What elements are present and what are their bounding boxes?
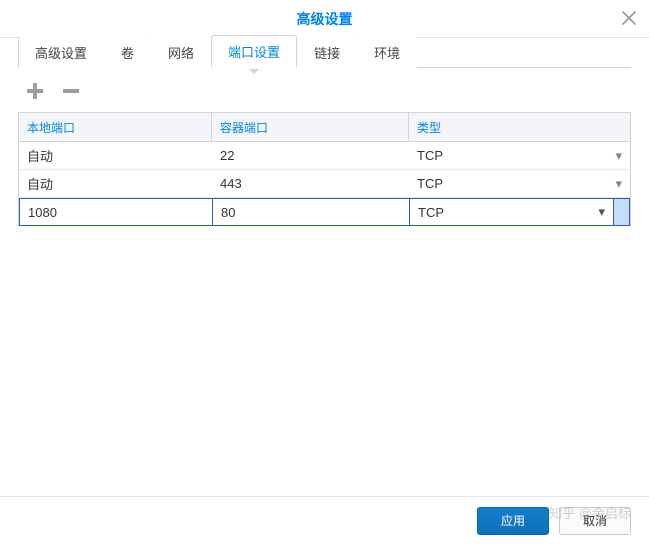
local-port-input[interactable]	[19, 198, 212, 226]
cell-type: TCP ▾	[409, 176, 630, 191]
advanced-settings-dialog: 高级设置 高级设置 卷 网络 端口设置 链接 环境 本地端口 容器端口 类型	[0, 0, 649, 544]
col-type[interactable]: 类型	[409, 113, 630, 141]
dialog-footer: 应用 取消	[0, 496, 649, 544]
chevron-down-icon: ▾	[598, 204, 605, 220]
cell-local-port: 自动	[19, 146, 212, 165]
type-select-value: TCP	[418, 205, 444, 220]
cancel-button[interactable]: 取消	[559, 507, 631, 535]
tab-network[interactable]: 网络	[151, 36, 211, 68]
cell-container-port: 22	[212, 148, 409, 163]
row-selection-handle[interactable]	[614, 198, 630, 226]
col-container-port[interactable]: 容器端口	[212, 113, 409, 141]
tab-links[interactable]: 链接	[297, 36, 357, 68]
apply-button[interactable]: 应用	[477, 507, 549, 535]
cell-container-port: 443	[212, 176, 409, 191]
chevron-down-icon: ▾	[615, 148, 622, 164]
dialog-title: 高级设置	[297, 9, 353, 29]
table-row-editing[interactable]: TCP ▾	[19, 198, 630, 226]
tab-advanced-settings[interactable]: 高级设置	[18, 36, 104, 68]
dialog-body: 本地端口 容器端口 类型 自动 22 TCP ▾ 自动 443 TCP ▾	[0, 68, 649, 496]
container-port-input[interactable]	[212, 198, 409, 226]
tab-bar: 高级设置 卷 网络 端口设置 链接 环境	[18, 38, 631, 68]
tab-volume[interactable]: 卷	[104, 36, 151, 68]
cell-type-value: TCP	[417, 148, 443, 163]
table-row[interactable]: 自动 443 TCP ▾	[19, 170, 630, 198]
cell-local-port: 自动	[19, 174, 212, 193]
close-icon[interactable]	[619, 8, 639, 28]
tab-environment[interactable]: 环境	[357, 36, 417, 68]
table-row[interactable]: 自动 22 TCP ▾	[19, 142, 630, 170]
cell-type: TCP ▾	[409, 148, 630, 163]
cell-type-value: TCP	[417, 176, 443, 191]
tab-port-settings[interactable]: 端口设置	[211, 35, 297, 68]
add-icon[interactable]	[24, 80, 46, 102]
chevron-down-icon: ▾	[615, 176, 622, 192]
dialog-header: 高级设置	[0, 0, 649, 38]
port-table: 本地端口 容器端口 类型 自动 22 TCP ▾ 自动 443 TCP ▾	[18, 112, 631, 226]
type-select[interactable]: TCP ▾	[409, 198, 614, 226]
remove-icon[interactable]	[60, 80, 82, 102]
toolbar	[24, 80, 631, 102]
table-header: 本地端口 容器端口 类型	[19, 113, 630, 142]
col-local-port[interactable]: 本地端口	[19, 113, 212, 141]
